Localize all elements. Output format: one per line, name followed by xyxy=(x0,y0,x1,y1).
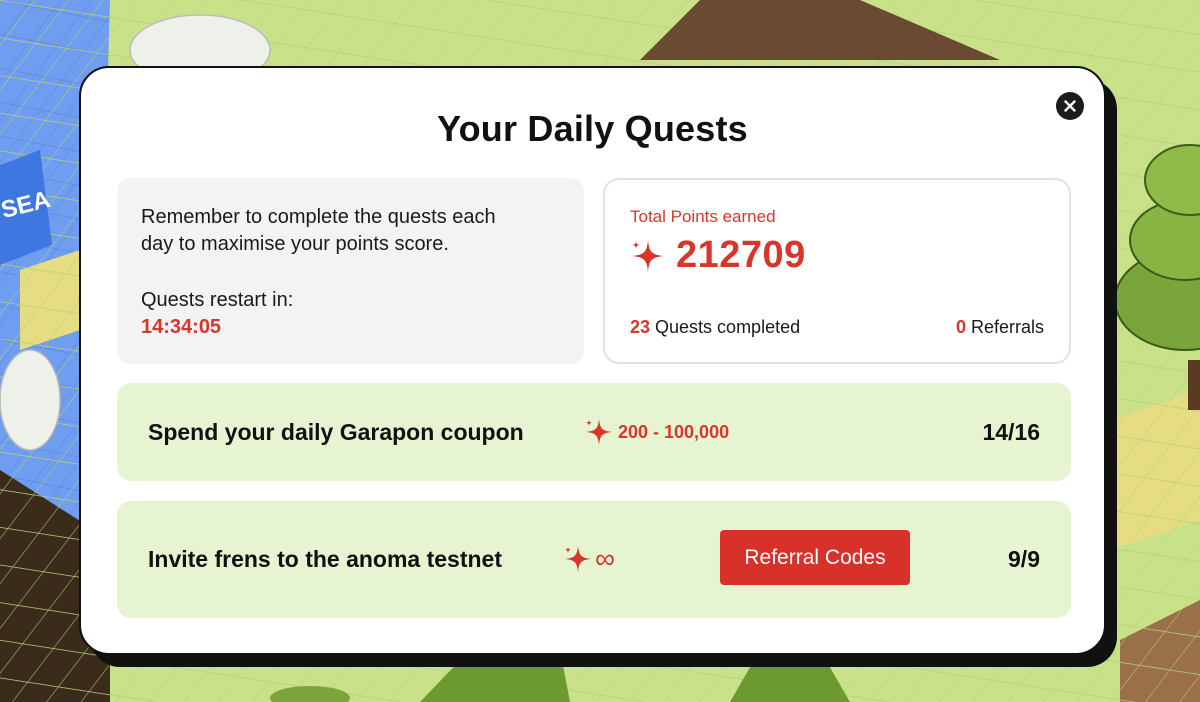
referral-codes-button[interactable]: Referral Codes xyxy=(720,530,910,585)
quest-progress: 9/9 xyxy=(1008,546,1040,572)
info-text-line2: day to maximise your points score. xyxy=(141,233,449,255)
quest-title: Invite frens to the anoma testnet xyxy=(148,546,503,572)
quest-row-invite: Invite frens to the anoma testnet ∞ Refe… xyxy=(117,501,1071,618)
total-points-label: Total Points earned xyxy=(630,207,776,226)
sparkle-icon xyxy=(585,418,613,446)
quest-title: Spend your daily Garapon coupon xyxy=(148,419,524,445)
info-card: Remember to complete the quests each day… xyxy=(117,178,584,364)
quests-completed-label: Quests completed xyxy=(650,317,801,337)
quest-progress: 14/16 xyxy=(982,419,1040,445)
total-points: 212709 xyxy=(630,234,806,277)
restart-label: Quests restart in: xyxy=(141,289,294,311)
modal-title: Your Daily Quests xyxy=(437,108,748,149)
sparkle-icon xyxy=(564,545,592,573)
quests-completed: 23 Quests completed xyxy=(630,317,800,338)
quest-reward-value: 200 - 100,000 xyxy=(618,421,730,442)
restart-timer: 14:34:05 xyxy=(141,316,222,338)
quest-row-garapon: Spend your daily Garapon coupon 200 - 10… xyxy=(117,383,1071,481)
infinity-icon: ∞ xyxy=(595,543,615,574)
quest-reward: 200 - 100,000 xyxy=(584,417,729,447)
quest-reward: ∞ xyxy=(563,543,615,575)
referrals: 0 Referrals xyxy=(956,317,1044,338)
referrals-label: Referrals xyxy=(965,317,1044,337)
total-points-value: 212709 xyxy=(676,234,806,276)
sparkle-icon xyxy=(632,239,664,272)
referrals-count: 0 xyxy=(955,317,966,337)
daily-quests-modal: Your Daily Quests Remember to complete t… xyxy=(79,66,1106,655)
info-text-line1: Remember to complete the quests each xyxy=(141,206,496,228)
quests-completed-count: 23 xyxy=(630,317,651,337)
stats-card: Total Points earned 212709 23 Quests com… xyxy=(603,178,1071,364)
